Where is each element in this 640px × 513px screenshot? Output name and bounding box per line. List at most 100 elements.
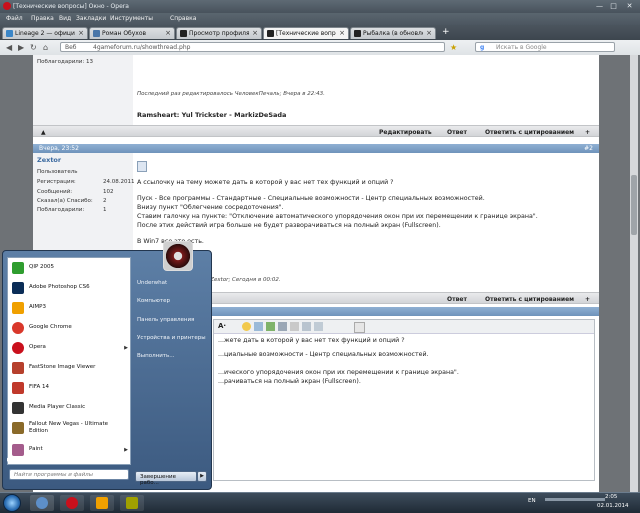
- paint-icon: [12, 444, 24, 456]
- address-toolbar: ◀ ▶ ↻ ⌂ Веб 4gameforum.ru/showthread.php…: [0, 40, 640, 56]
- opera-icon: [12, 342, 24, 354]
- program-label: QIP 2005: [29, 264, 55, 270]
- scrollbar-thumb[interactable]: [631, 175, 637, 235]
- post2-reg-value: 24.08.2011: [103, 179, 135, 185]
- quote-icon[interactable]: [290, 322, 299, 331]
- search-field[interactable]: g Искать в Google: [475, 42, 615, 52]
- tab-label: [Технические вопрос...: [276, 30, 336, 37]
- editor-line: ...жете дать в которой у вас нет тех фун…: [218, 337, 405, 344]
- tab-close-icon[interactable]: ×: [339, 29, 345, 37]
- program-photoshop[interactable]: Adobe Photoshop CS6: [10, 279, 130, 297]
- reply-editor[interactable]: A· ...жете дать в которой у вас нет тех …: [213, 319, 595, 481]
- post2-line: А ссылочку на тему можете дать в которой…: [137, 179, 394, 186]
- menu-bar: Файл Правка Вид Закладки Инструменты Спр…: [0, 13, 640, 25]
- start-devices[interactable]: Устройства и принтеры: [137, 335, 206, 341]
- start-search-input[interactable]: Найти программы и файлы: [9, 469, 129, 480]
- program-label: Paint: [29, 446, 43, 452]
- taskbar-app[interactable]: [120, 495, 144, 511]
- submenu-arrow-icon[interactable]: ▶: [124, 447, 128, 453]
- quote-button[interactable]: Ответить с цитированием: [485, 296, 574, 303]
- menu-edit[interactable]: Правка: [31, 15, 54, 22]
- menu-help[interactable]: Справка: [170, 15, 196, 22]
- tab-close-icon[interactable]: ×: [78, 29, 84, 37]
- tab-close-icon[interactable]: ×: [252, 29, 258, 37]
- forward-icon[interactable]: ▶: [18, 43, 24, 52]
- program-aimp[interactable]: AIMP3: [10, 299, 130, 317]
- start-user-name[interactable]: Underwhat: [137, 280, 167, 286]
- address-url[interactable]: 4gameforum.ru/showthread.php: [93, 44, 190, 51]
- taskbar-explorer[interactable]: [30, 495, 54, 511]
- taskbar-opera[interactable]: [60, 495, 84, 511]
- reply-button[interactable]: Ответ: [447, 296, 467, 303]
- user-avatar[interactable]: [163, 241, 193, 271]
- taskbar-aimp[interactable]: [90, 495, 114, 511]
- edit-button[interactable]: Редактировать: [379, 129, 432, 136]
- menu-view[interactable]: Вид: [59, 15, 71, 22]
- maximize-button[interactable]: □: [608, 2, 619, 10]
- start-control-panel[interactable]: Панель управления: [137, 317, 194, 323]
- program-label: Media Player Classic: [29, 404, 86, 410]
- fifa-icon: [12, 382, 24, 394]
- program-faststone[interactable]: FastStone Image Viewer: [10, 359, 130, 377]
- program-opera[interactable]: Opera ▶: [10, 339, 130, 357]
- start-run[interactable]: Выполнить...: [137, 353, 174, 359]
- start-button-icon[interactable]: [3, 494, 21, 512]
- photoshop-icon: [12, 282, 24, 294]
- clock-time[interactable]: 2:05: [605, 494, 617, 500]
- scrollbar[interactable]: [630, 55, 638, 492]
- submenu-arrow-icon[interactable]: ▶: [124, 345, 128, 351]
- menu-file[interactable]: Файл: [6, 15, 23, 22]
- image-icon[interactable]: [266, 322, 275, 331]
- quote-button[interactable]: Ответить с цитированием: [485, 129, 574, 136]
- program-qip[interactable]: QIP 2005: [10, 259, 130, 277]
- program-chrome[interactable]: Google Chrome: [10, 319, 130, 337]
- address-label: Веб: [65, 44, 77, 51]
- program-fifa[interactable]: FIFA 14: [10, 379, 130, 397]
- menu-bookmarks[interactable]: Закладки: [76, 15, 106, 22]
- table-icon[interactable]: [314, 322, 323, 331]
- address-field[interactable]: Веб 4gameforum.ru/showthread.php: [60, 42, 445, 52]
- new-tab-button[interactable]: +: [442, 27, 450, 37]
- tab-close-icon[interactable]: ×: [165, 29, 171, 37]
- mpc-icon: [12, 402, 24, 414]
- back-icon[interactable]: ◀: [6, 43, 12, 52]
- minimize-button[interactable]: —: [594, 2, 605, 10]
- link-icon[interactable]: [254, 322, 263, 331]
- tab-fishing[interactable]: Рыбалка (в обновлен... ×: [350, 27, 436, 39]
- shutdown-options-icon[interactable]: ▶: [197, 471, 207, 482]
- bookmark-star-icon[interactable]: ★: [450, 43, 457, 52]
- code-icon[interactable]: [302, 322, 311, 331]
- font-size-icon[interactable]: A·: [218, 322, 226, 330]
- post2-reg-label: Регистрация:: [37, 179, 76, 185]
- tab-lineage[interactable]: Lineage 2 — официал... ×: [2, 27, 88, 39]
- tab-profile[interactable]: Просмотр профиля: ... ×: [176, 27, 262, 39]
- program-mpc[interactable]: Media Player Classic: [10, 399, 130, 417]
- close-button[interactable]: ✕: [624, 2, 635, 10]
- tab-close-icon[interactable]: ×: [426, 29, 432, 37]
- post2-number[interactable]: #2: [584, 145, 593, 152]
- post1-signature: Ramsheart: Yul Trickster - MarkizDeSada: [137, 111, 287, 119]
- reply-button[interactable]: Ответ: [447, 129, 467, 136]
- reload-icon[interactable]: ↻: [30, 43, 37, 52]
- program-fallout[interactable]: Fallout New Vegas - Ultimate Edition: [10, 419, 130, 441]
- opera-logo-icon[interactable]: [3, 2, 11, 10]
- language-indicator[interactable]: EN: [528, 498, 536, 504]
- tab-roman[interactable]: Роман Обухов ×: [89, 27, 175, 39]
- clock-date[interactable]: 02.01.2014: [597, 503, 629, 509]
- post2-author[interactable]: Zextor: [37, 156, 61, 164]
- program-label: Adobe Photoshop CS6: [29, 284, 90, 290]
- video-icon[interactable]: [278, 322, 287, 331]
- tab-tech-questions[interactable]: [Технические вопрос... ×: [263, 27, 349, 39]
- volume-slider[interactable]: [545, 498, 605, 501]
- smiley-icon[interactable]: [242, 322, 251, 331]
- multiquote-icon[interactable]: +: [585, 129, 590, 136]
- post1-edited-note: Последний раз редактировалось ЧеловекПеч…: [137, 91, 325, 97]
- home-icon[interactable]: ⌂: [43, 43, 48, 52]
- multiquote-icon[interactable]: +: [585, 296, 590, 303]
- start-computer[interactable]: Компьютер: [137, 298, 170, 304]
- all-programs[interactable]: Все программы: [11, 457, 56, 463]
- shutdown-button[interactable]: Завершение рабо...: [135, 471, 197, 486]
- report-icon[interactable]: ▲: [41, 129, 46, 136]
- menu-tools[interactable]: Инструменты: [110, 15, 153, 22]
- comment-icon[interactable]: [354, 322, 365, 333]
